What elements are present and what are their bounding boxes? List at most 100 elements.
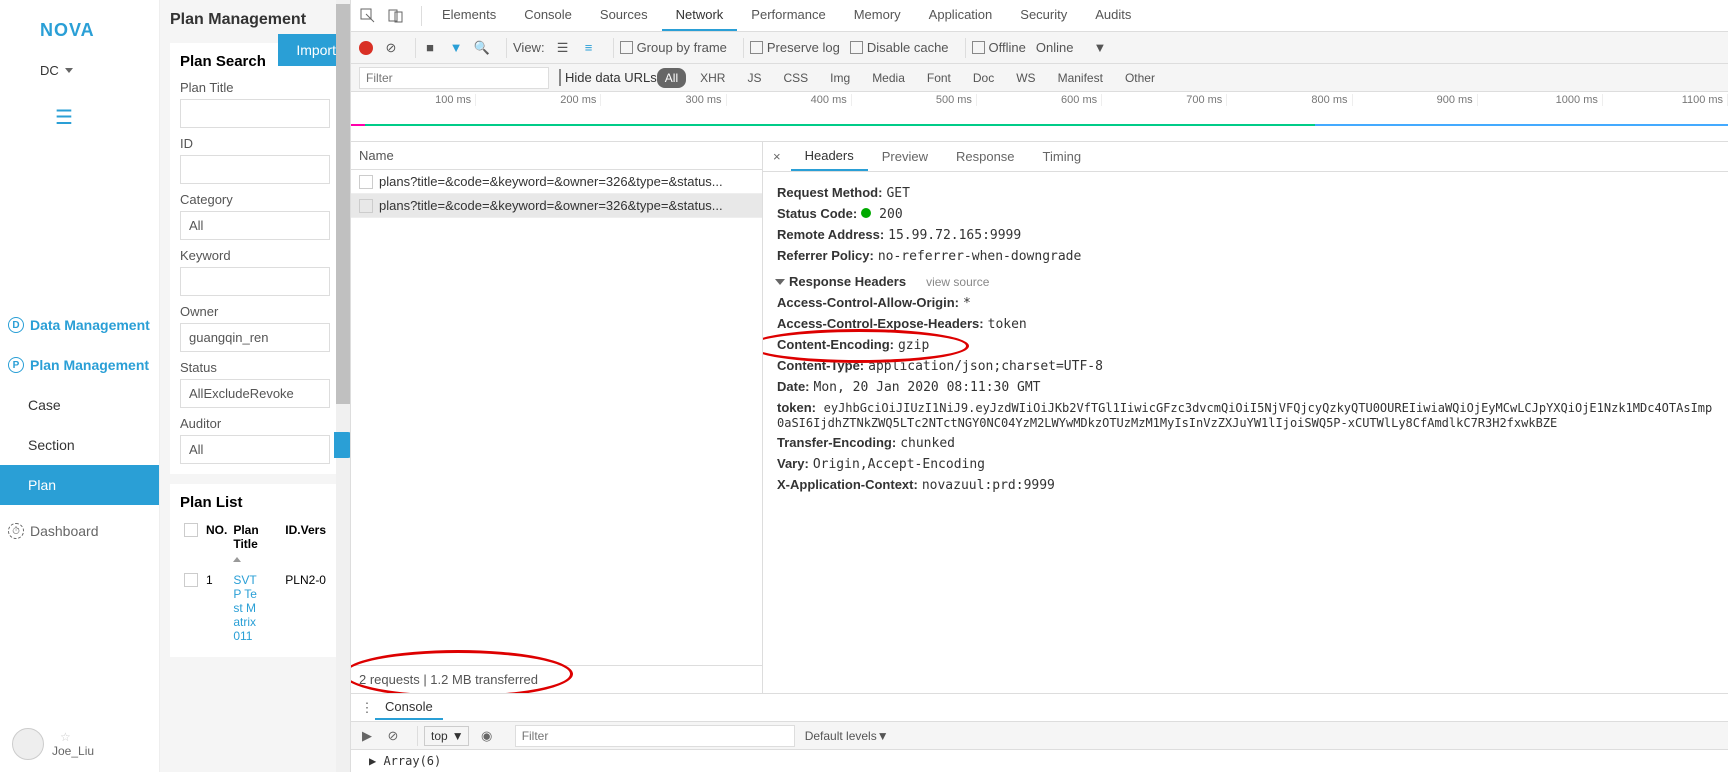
keyword-input[interactable] [180, 267, 330, 296]
cell-no: 1 [204, 571, 229, 645]
filter-manifest[interactable]: Manifest [1050, 68, 1111, 88]
scrollbar[interactable] [336, 0, 350, 772]
tab-audits[interactable]: Audits [1081, 0, 1145, 31]
id-input[interactable] [180, 155, 330, 184]
tab-elements[interactable]: Elements [428, 0, 510, 31]
tab-console[interactable]: Console [510, 0, 586, 31]
category-select[interactable]: All [180, 211, 330, 240]
filter-xhr[interactable]: XHR [692, 68, 733, 88]
tab-response[interactable]: Response [942, 143, 1029, 170]
nav-case[interactable]: Case [0, 385, 159, 425]
response-headers-section[interactable]: Response Headers view source [777, 274, 1714, 289]
hdr-val: chunked [900, 436, 955, 451]
tenant-select[interactable]: DC [0, 51, 159, 90]
inspect-icon[interactable] [359, 7, 377, 25]
filter-other[interactable]: Other [1117, 68, 1163, 88]
col-title[interactable]: Plan Title [231, 519, 281, 569]
checkbox[interactable] [359, 175, 373, 189]
tab-performance[interactable]: Performance [737, 0, 839, 31]
plan-panel: Plan Management Import Plan Search Plan … [160, 0, 350, 772]
device-toggle-icon[interactable] [387, 7, 405, 25]
label-plan-title: Plan Title [180, 80, 330, 95]
group-by-frame[interactable]: Group by frame [620, 40, 727, 55]
console-body[interactable]: ▶ Array(6) [351, 750, 1728, 772]
filter-icon[interactable]: ▼ [448, 40, 464, 56]
eye-icon[interactable]: ◉ [479, 728, 495, 744]
filter-js[interactable]: JS [739, 68, 769, 88]
cell-title[interactable]: SVT P Te st M atrix 011 [231, 571, 281, 645]
tick: 200 ms [476, 94, 601, 106]
checkbox[interactable] [359, 199, 373, 213]
nav-section[interactable]: Section [0, 425, 159, 465]
clear-console-icon[interactable]: ⊘ [385, 728, 401, 744]
label-owner: Owner [180, 304, 330, 319]
console-toolbar: ▶ ⊘ top ▼ ◉ Default levels ▼ [351, 722, 1728, 750]
hdr-key: Content-Type: [777, 358, 864, 373]
record-button[interactable] [359, 41, 373, 55]
tenant-label: DC [40, 63, 59, 78]
view-waterfall-icon[interactable]: ≡ [581, 40, 597, 56]
avatar[interactable] [12, 728, 44, 760]
plan-list-table: NO. Plan Title ID.Vers 1 SVT P Te st M a… [180, 517, 330, 647]
context-select[interactable]: top ▼ [424, 726, 469, 746]
hide-data-urls[interactable]: Hide data URLs [559, 70, 657, 85]
tick: 500 ms [852, 94, 977, 106]
filter-media[interactable]: Media [864, 68, 913, 88]
nav-plan[interactable]: Plan [0, 465, 159, 505]
filter-img[interactable]: Img [822, 68, 858, 88]
disable-cache[interactable]: Disable cache [850, 40, 949, 55]
preserve-log[interactable]: Preserve log [750, 40, 840, 55]
status-select[interactable]: AllExcludeRevoke [180, 379, 330, 408]
col-no[interactable]: NO. [204, 519, 229, 569]
camera-icon[interactable]: ■ [422, 40, 438, 56]
request-row[interactable]: plans?title=&code=&keyword=&owner=326&ty… [351, 170, 762, 194]
nav-plan-management[interactable]: P Plan Management [0, 345, 159, 385]
console-sidebar-icon[interactable]: ▶ [359, 728, 375, 744]
filter-ws[interactable]: WS [1008, 68, 1043, 88]
filter-all[interactable]: All [657, 68, 686, 88]
auditor-select[interactable]: All [180, 435, 330, 464]
clear-icon[interactable]: ⊘ [383, 40, 399, 56]
timeline[interactable]: 100 ms 200 ms 300 ms 400 ms 500 ms 600 m… [351, 92, 1728, 142]
view-source-link[interactable]: view source [926, 275, 989, 289]
log-levels-select[interactable]: Default levels ▼ [805, 729, 889, 743]
tab-sources[interactable]: Sources [586, 0, 662, 31]
console-tab[interactable]: Console [375, 695, 443, 720]
network-filter-input[interactable] [359, 67, 549, 89]
checkbox-all[interactable] [184, 523, 198, 537]
tab-preview[interactable]: Preview [868, 143, 942, 170]
nav-data-management[interactable]: D Data Management [0, 305, 159, 345]
tab-application[interactable]: Application [915, 0, 1007, 31]
col-idvers[interactable]: ID.Vers [283, 519, 328, 569]
search-icon[interactable]: 🔍 [474, 40, 490, 56]
menu-toggle-icon[interactable]: ☰ [0, 90, 159, 145]
throttling-select[interactable]: Online ▼ [1036, 40, 1106, 55]
checkbox[interactable] [184, 573, 198, 587]
favorite-icon[interactable]: ☆ [60, 730, 94, 744]
hdr-key: Access-Control-Allow-Origin: [777, 295, 959, 310]
filter-doc[interactable]: Doc [965, 68, 1002, 88]
table-row[interactable]: 1 SVT P Te st M atrix 011 PLN2-0 [182, 571, 328, 645]
tab-network[interactable]: Network [662, 0, 738, 31]
filter-font[interactable]: Font [919, 68, 959, 88]
request-row[interactable]: plans?title=&code=&keyword=&owner=326&ty… [351, 194, 762, 218]
more-icon[interactable]: ⋮ [359, 700, 375, 716]
console-filter-input[interactable] [515, 725, 795, 747]
hdr-key: Access-Control-Expose-Headers: [777, 316, 984, 331]
tab-security[interactable]: Security [1006, 0, 1081, 31]
filter-css[interactable]: CSS [775, 68, 816, 88]
request-list-header[interactable]: Name [351, 142, 762, 170]
network-main: Name plans?title=&code=&keyword=&owner=3… [351, 142, 1728, 693]
panel-handle-icon[interactable] [334, 432, 350, 458]
offline[interactable]: Offline [972, 40, 1026, 55]
view-list-icon[interactable]: ☰ [555, 40, 571, 56]
tab-headers[interactable]: Headers [791, 142, 868, 171]
section-title: Response Headers [789, 274, 906, 289]
scrollbar-thumb[interactable] [336, 4, 350, 404]
nav-dashboard[interactable]: ⏱ Dashboard [0, 511, 159, 551]
tab-timing[interactable]: Timing [1029, 143, 1096, 170]
tab-memory[interactable]: Memory [840, 0, 915, 31]
close-icon[interactable]: × [763, 149, 791, 164]
plan-title-input[interactable] [180, 99, 330, 128]
owner-select[interactable]: guangqin_ren [180, 323, 330, 352]
